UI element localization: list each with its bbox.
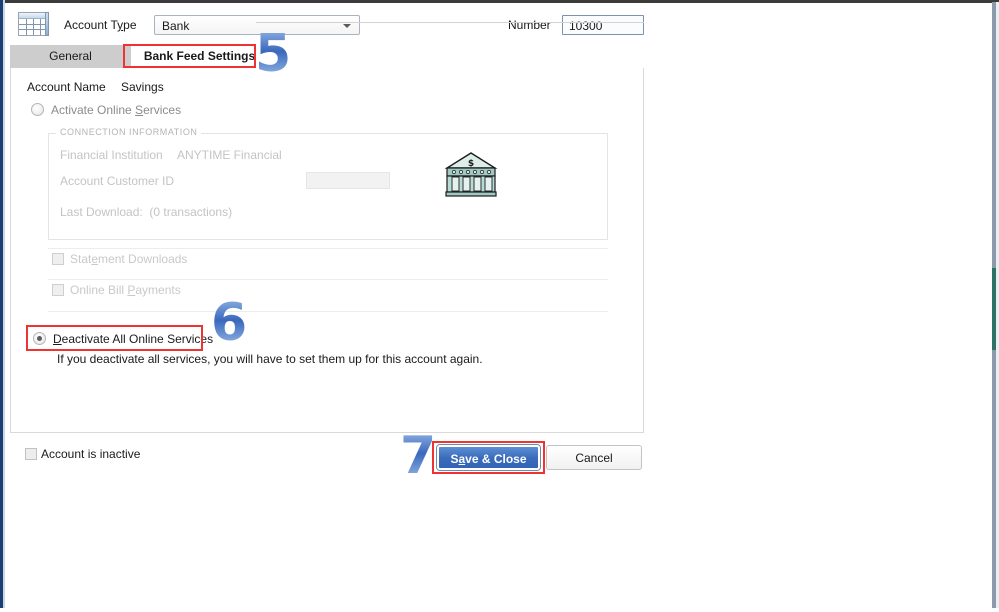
bank-building-icon: $	[443, 150, 499, 198]
divider-above-deactivate	[48, 311, 608, 312]
deactivate-note: If you deactivate all services, you will…	[57, 352, 483, 366]
last-download-row: Last Download: (0 transactions)	[60, 205, 232, 219]
account-number-field[interactable]: 10300	[562, 15, 644, 35]
activate-online-services-radio[interactable]	[31, 103, 44, 116]
cancel-button[interactable]: Cancel	[546, 445, 642, 470]
statement-downloads-label: Statement Downloads	[70, 252, 187, 266]
statement-downloads-checkbox[interactable]	[52, 253, 64, 265]
annotation-number-7: 7	[400, 430, 436, 482]
activate-online-services-label: Activate Online Services	[51, 103, 181, 117]
tab-strip-underline	[256, 22, 644, 23]
application-window: Account Type Bank Number 10300 General B…	[0, 0, 999, 612]
account-name-label: Account Name	[27, 80, 106, 94]
account-grid-icon	[18, 12, 49, 36]
account-type-label: Account Type	[64, 18, 137, 32]
deactivate-mnemonic: D	[53, 332, 62, 346]
online-bill-payments-checkbox[interactable]	[52, 284, 64, 296]
annotation-number-5: 5	[255, 28, 291, 80]
tab-general[interactable]: General	[10, 45, 132, 68]
divider-above-statement-downloads	[48, 248, 608, 249]
connection-information-legend: CONNECTION INFORMATION	[56, 127, 201, 137]
save-and-close-button[interactable]: Save & Close	[437, 445, 540, 470]
activate-mnemonic: S	[135, 103, 143, 117]
window-top-border	[0, 0, 999, 3]
financial-institution-label: Financial Institution	[60, 148, 163, 162]
deactivate-all-online-services-label: Deactivate All Online Services	[53, 332, 213, 346]
annotation-number-6: 6	[211, 297, 247, 349]
account-is-inactive-checkbox[interactable]	[25, 448, 37, 460]
financial-institution-value: ANYTIME Financial	[177, 148, 282, 162]
account-customer-id-label: Account Customer ID	[60, 174, 174, 188]
window-left-inner-border	[3, 0, 5, 612]
tab-bank-feed-settings[interactable]: Bank Feed Settings	[133, 45, 266, 68]
divider-above-online-bill-payments	[48, 279, 608, 280]
account-type-value: Bank	[162, 19, 189, 33]
account-header-bar: Account Type Bank Number 10300	[6, 4, 990, 38]
account-customer-id-field[interactable]	[306, 172, 390, 189]
bank-feed-settings-panel	[10, 68, 644, 433]
account-name-value: Savings	[121, 80, 164, 94]
window-right-scrollbar-thumb[interactable]	[992, 268, 996, 350]
account-is-inactive-label: Account is inactive	[41, 447, 140, 461]
deactivate-all-online-services-radio[interactable]	[33, 332, 46, 345]
online-bill-payments-label: Online Bill Payments	[70, 283, 181, 297]
number-label: Number	[508, 18, 551, 32]
window-bottom-border	[0, 608, 999, 612]
tab-strip: General Bank Feed Settings	[10, 45, 644, 68]
chevron-down-icon	[343, 24, 351, 28]
